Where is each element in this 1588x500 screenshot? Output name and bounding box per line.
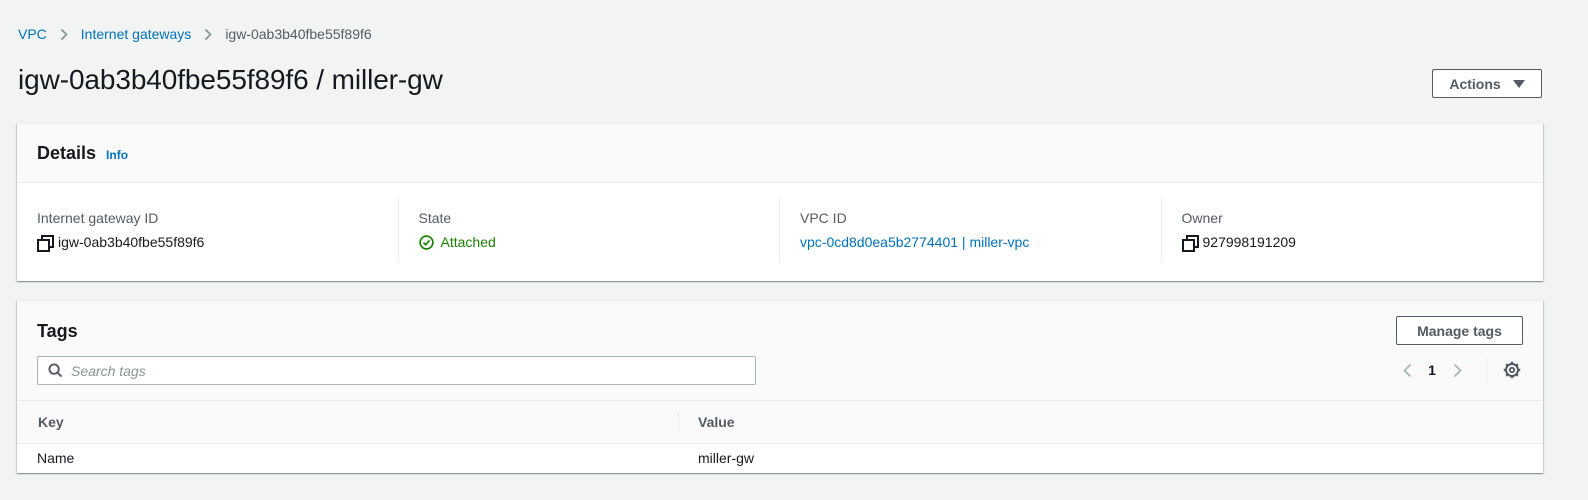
tags-table: Key Value Name miller-gw <box>17 401 1543 473</box>
copy-icon[interactable] <box>1181 235 1199 252</box>
details-title: Details <box>37 142 97 163</box>
detail-label: Owner <box>1181 210 1223 226</box>
pager-divider <box>1486 358 1487 383</box>
detail-label: State <box>418 210 452 226</box>
search-tags-box <box>37 356 756 385</box>
detail-value: Attached <box>418 234 780 250</box>
caret-down-icon <box>1512 79 1525 88</box>
table-header-row: Key Value <box>17 401 1543 443</box>
tag-key-cell: Name <box>37 450 75 467</box>
detail-value: igw-0ab3b40fbe55f89f6 <box>37 234 398 252</box>
detail-state: State Attached <box>399 199 780 263</box>
breadcrumb-internet-gateways-link[interactable]: Internet gateways <box>81 26 192 42</box>
column-divider <box>678 412 679 432</box>
detail-label: VPC ID <box>800 210 847 226</box>
details-fields: Internet gateway ID igw-0ab3b40fbe55f89f… <box>17 183 1543 263</box>
detail-label: Internet gateway ID <box>37 210 159 226</box>
tags-header: Tags Manage tags 1 <box>17 301 1543 401</box>
detail-owner: Owner 927998191209 <box>1162 199 1544 263</box>
check-circle-icon <box>418 234 434 250</box>
search-icon <box>48 363 63 378</box>
state-value: Attached <box>440 234 496 250</box>
column-header-value[interactable]: Value <box>678 401 1543 443</box>
details-header: Details Info <box>17 124 1543 183</box>
detail-value: 927998191209 <box>1181 234 1544 252</box>
internet-gateway-id-value: igw-0ab3b40fbe55f89f6 <box>58 234 205 250</box>
details-panel: Details Info Internet gateway ID igw-0ab… <box>17 123 1543 281</box>
page-title: igw-0ab3b40fbe55f89f6 / miller-gw <box>18 64 443 95</box>
owner-value: 927998191209 <box>1202 234 1296 250</box>
gear-icon[interactable] <box>1503 361 1521 379</box>
search-tags-input[interactable] <box>71 362 711 379</box>
detail-vpc-id: VPC ID vpc-0cd8d0ea5b2774401 | miller-vp… <box>780 199 1162 263</box>
next-page-icon[interactable] <box>1449 363 1465 378</box>
tags-title: Tags <box>37 321 78 341</box>
pagination: 1 <box>1399 359 1465 381</box>
column-header-value-label: Value <box>698 413 735 430</box>
chevron-right-icon <box>197 28 219 41</box>
info-link[interactable]: Info <box>106 148 128 162</box>
detail-internet-gateway-id: Internet gateway ID igw-0ab3b40fbe55f89f… <box>17 199 399 263</box>
vpc-id-link[interactable]: vpc-0cd8d0ea5b2774401 | miller-vpc <box>800 234 1029 250</box>
manage-tags-button[interactable]: Manage tags <box>1396 316 1523 345</box>
table-row: Name miller-gw <box>17 443 1543 473</box>
copy-icon[interactable] <box>37 235 54 252</box>
detail-value: vpc-0cd8d0ea5b2774401 | miller-vpc <box>800 234 1161 250</box>
previous-page-icon[interactable] <box>1399 363 1415 378</box>
tag-value-cell: miller-gw <box>698 450 754 467</box>
breadcrumb: VPC Internet gateways igw-0ab3b40fbe55f8… <box>18 24 372 44</box>
breadcrumb-current: igw-0ab3b40fbe55f89f6 <box>225 26 372 42</box>
breadcrumb-vpc-link[interactable]: VPC <box>18 26 47 42</box>
chevron-right-icon <box>53 28 75 41</box>
page-number[interactable]: 1 <box>1419 362 1445 378</box>
column-header-key[interactable]: Key <box>17 401 678 443</box>
tags-panel: Tags Manage tags 1 <box>17 300 1543 473</box>
actions-button-label: Actions <box>1449 75 1501 92</box>
actions-button[interactable]: Actions <box>1432 69 1542 98</box>
